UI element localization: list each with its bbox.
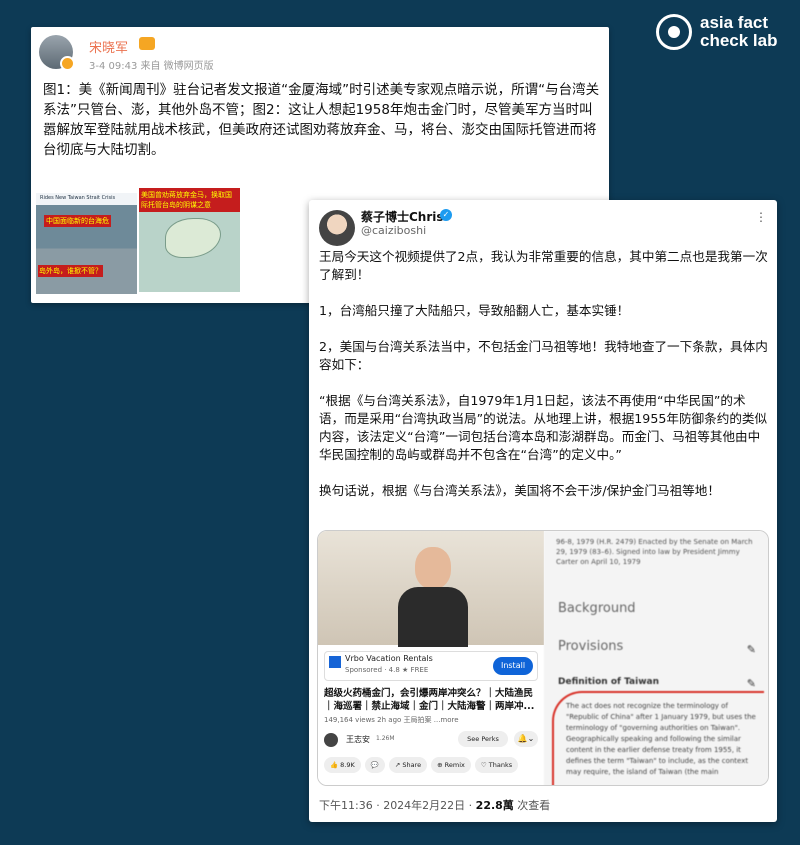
vrbo-logo-icon xyxy=(329,656,341,668)
tweet-view-count: 22.8萬 xyxy=(475,799,514,812)
ad-sponsored: Sponsored · 4.8 ★ FREE xyxy=(345,666,429,674)
weibo-post-meta: 3-4 09:43 来自 微博网页版 xyxy=(89,61,214,72)
tweet-view-label: 次查看 xyxy=(513,799,551,812)
youtube-ad-banner: Vrbo Vacation Rentals Sponsored · 4.8 ★ … xyxy=(324,651,538,681)
wikipedia-screenshot: 96-8, 1979 (H.R. 2479) Enacted by the Se… xyxy=(544,531,768,785)
presenter-figure xyxy=(398,547,468,647)
youtube-action-row: 👍 8.9K 💬 ↗ Share ⊕ Remix ♡ Thanks xyxy=(324,757,519,773)
tweet-avatar[interactable] xyxy=(319,210,355,246)
tweet-card: 蔡子博士Chris ✓ @caiziboshi ⋮ 王局今天这个视频提供了2点，… xyxy=(309,200,777,822)
share-chip: ↗ Share xyxy=(388,757,428,773)
brand-line-2: check lab xyxy=(700,31,778,50)
law-header-text: 96-8, 1979 (H.R. 2479) Enacted by the Se… xyxy=(556,538,753,566)
weibo-image-1[interactable]: Rides New Taiwan Strait Crisis 中国面临新的台海危… xyxy=(36,193,137,294)
weibo-member-badge-icon xyxy=(139,37,155,50)
tweet-paragraph-3: 2，美国与台湾关系法当中，不包括金门马祖等地！我特地查了一下条款，具体内容如下： xyxy=(319,339,768,372)
background-heading: Background xyxy=(558,601,636,616)
channel-subscribers: 1.26M xyxy=(376,735,395,742)
brand-line-1: asia fact xyxy=(700,13,769,32)
youtube-screenshot: Vrbo Vacation Rentals Sponsored · 4.8 ★ … xyxy=(318,531,544,785)
thanks-chip: ♡ Thanks xyxy=(474,757,519,773)
like-chip: 👍 8.9K xyxy=(324,757,361,773)
channel-avatar xyxy=(324,733,338,747)
map-island-shape xyxy=(165,218,221,258)
weibo-image-1-header: Rides New Taiwan Strait Crisis xyxy=(40,195,116,201)
youtube-video-title: 超级火药桶金门，会引爆两岸冲突么？｜大陆渔民｜海巡署｜禁止海域｜金门｜大陆海警｜… xyxy=(324,688,535,712)
tweet-author-handle[interactable]: @caiziboshi xyxy=(361,224,426,237)
weibo-image-1-banner: 中国面临新的台海危 xyxy=(44,215,111,227)
definition-heading: Definition of Taiwan xyxy=(558,677,660,687)
tweet-paragraph-4: 换句话说，根据《与台湾关系法》，美国将不会干涉/保护金门马祖等地！ xyxy=(319,483,720,498)
weibo-image-2-banner: 美国曾劝蒋放弃金马，换取国际托管台岛的阴谋之意 xyxy=(139,188,240,212)
tweet-quote: “根据《与台湾关系法》，自1979年1月1日起，该法不再使用“中华民国”的术语，… xyxy=(319,393,768,462)
tweet-paragraph-1: 王局今天这个视频提供了2点，我认为非常重要的信息，其中第二点也是我第一次了解到！ xyxy=(319,249,768,282)
weibo-image-1-subtitle: 岛外岛，谁掀不管？ xyxy=(38,265,103,277)
tweet-body: 王局今天这个视频提供了2点，我认为非常重要的信息，其中第二点也是我第一次了解到！… xyxy=(319,248,769,518)
weibo-post-text: 图1：美《新闻周刊》驻台记者发文报道“金厦海域”时引述美专家观点暗示说，所谓“与… xyxy=(43,82,600,158)
verified-badge-icon: ✓ xyxy=(440,209,452,221)
edit-pencil-icon: ✎ xyxy=(746,677,756,690)
tweet-timestamp[interactable]: 下午11:36 · 2024年2月22日 · xyxy=(319,799,476,812)
tweet-paragraph-2: 1，台湾船只撞了大陆船只，导致船翻人亡，基本实锤！ xyxy=(319,303,630,318)
tweet-author-name[interactable]: 蔡子博士Chris xyxy=(361,208,444,225)
remix-chip: ⊕ Remix xyxy=(431,757,471,773)
asia-fact-check-lab-logo: asia fact check lab xyxy=(656,14,778,50)
definition-text: The act does not recognize the terminolo… xyxy=(566,702,756,776)
tweet-media-image[interactable]: Vrbo Vacation Rentals Sponsored · 4.8 ★ … xyxy=(317,530,769,786)
weibo-avatar[interactable] xyxy=(39,35,75,71)
youtube-video-frame xyxy=(318,531,544,647)
ad-name: Vrbo Vacation Rentals xyxy=(345,654,433,663)
youtube-channel-row: 王志安 1.26M See Perks 🔔⌄ xyxy=(324,731,538,751)
magnifier-logo-icon xyxy=(656,14,692,50)
see-perks-button: See Perks xyxy=(458,731,508,747)
provisions-heading: Provisions xyxy=(558,639,624,654)
tweet-footer: 下午11:36 · 2024年2月22日 · 22.8萬 次查看 xyxy=(319,797,550,813)
youtube-video-stats: 149,164 views 2h ago 王局拍案 ...more xyxy=(324,716,459,724)
edit-pencil-icon: ✎ xyxy=(746,643,756,656)
channel-name: 王志安 xyxy=(346,735,370,744)
more-options-icon[interactable]: ⋮ xyxy=(755,210,767,224)
weibo-image-2[interactable]: 美国曾劝蒋放弃金马，换取国际托管台岛的阴谋之意 xyxy=(139,188,240,292)
comment-chip: 💬 xyxy=(364,757,385,773)
weibo-author-name[interactable]: 宋晓军 xyxy=(89,37,128,56)
bell-icon: 🔔⌄ xyxy=(514,731,538,747)
ad-install-button: Install xyxy=(493,657,533,675)
